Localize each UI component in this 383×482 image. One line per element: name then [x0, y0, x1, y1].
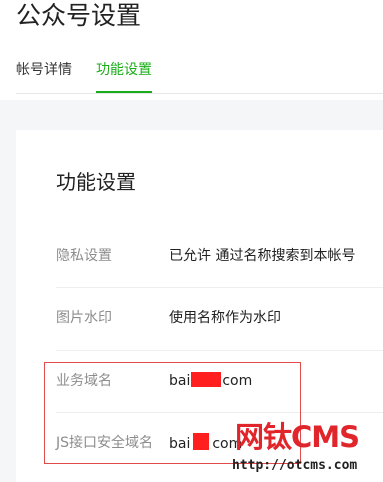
- card-title: 功能设置: [56, 170, 136, 194]
- image-watermark-label: 图片水印: [56, 310, 112, 326]
- privacy-setting-row: 隐私设置 已允许 通过名称搜索到本帐号: [56, 246, 383, 266]
- watermark-url: http://otcms.com: [232, 458, 358, 473]
- privacy-setting-label: 隐私设置: [56, 248, 112, 264]
- row-divider: [56, 350, 383, 351]
- watermark-logo: 网钛CMS: [235, 420, 360, 454]
- image-watermark-row: 图片水印 使用名称作为水印: [56, 308, 383, 328]
- watermark: 网钛CMS http://otcms.com: [232, 420, 383, 482]
- image-watermark-value: 使用名称作为水印: [169, 310, 281, 326]
- page-title: 公众号设置: [16, 1, 142, 30]
- privacy-setting-value: 已允许 通过名称搜索到本帐号: [169, 248, 356, 264]
- tab-account-details[interactable]: 帐号详情: [16, 62, 72, 91]
- tab-feature-settings[interactable]: 功能设置: [96, 62, 152, 93]
- tab-divider: [16, 93, 383, 94]
- page-header: 公众号设置 帐号详情 功能设置: [0, 0, 383, 100]
- row-divider: [56, 287, 383, 288]
